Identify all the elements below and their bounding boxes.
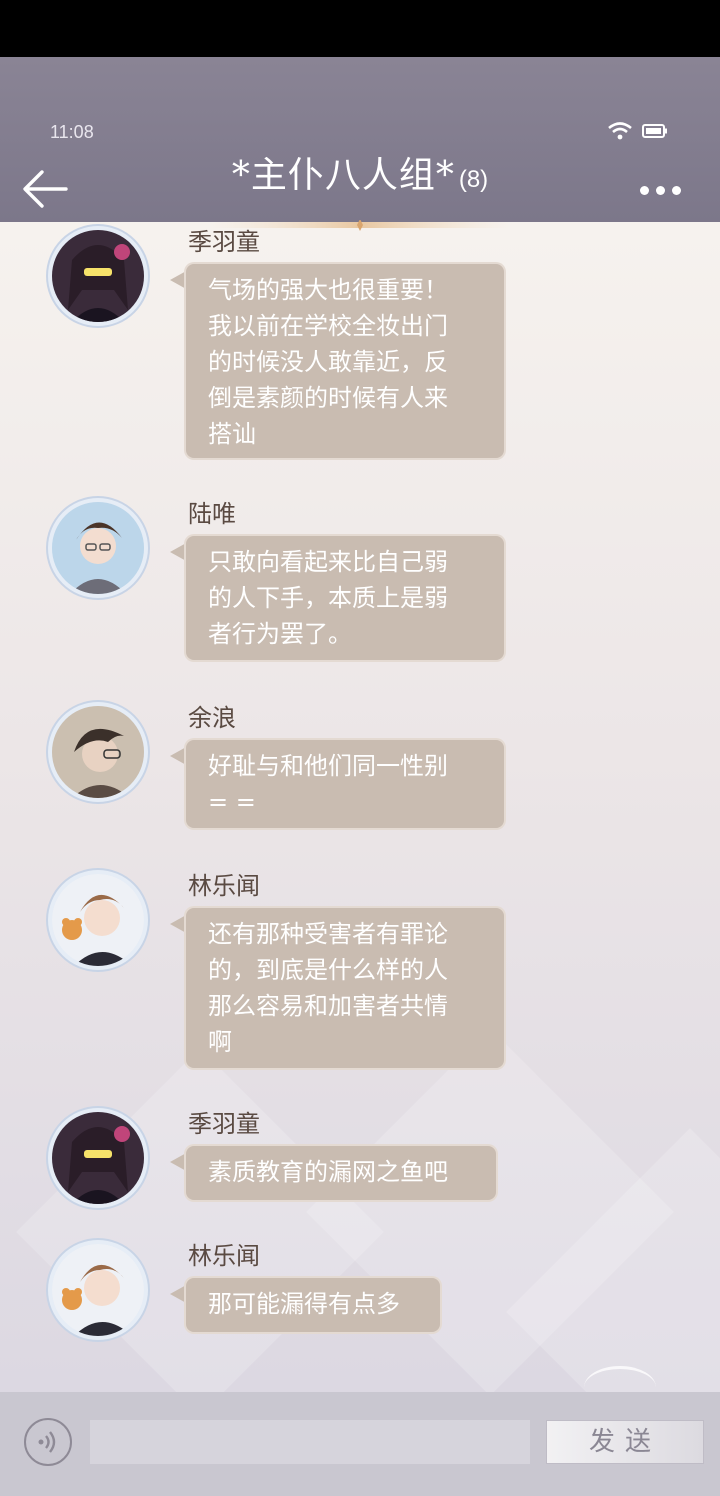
sender-name: 季羽童 (188, 1110, 260, 1138)
group-title: *主仆八人组* (231, 155, 455, 196)
member-count: (8) (458, 166, 489, 193)
avatar-jiyutong[interactable] (52, 230, 144, 322)
message-bubble[interactable]: 那可能漏得有点多 (186, 1278, 440, 1332)
wifi-icon (608, 122, 632, 140)
message-bubble[interactable]: 只敢向看起来比自己弱 的人下手，本质上是弱 者行为罢了。 (186, 536, 504, 660)
avatar-luwei[interactable] (52, 502, 144, 594)
avatar-portrait-icon (52, 706, 144, 798)
avatar-jiyutong[interactable] (52, 1112, 144, 1204)
more-options-icon[interactable] (636, 180, 686, 200)
sender-name: 林乐闻 (188, 1242, 260, 1270)
message-bubble[interactable]: 素质教育的漏网之鱼吧 (186, 1146, 496, 1200)
message-bubble[interactable]: 气场的强大也很重要！ 我以前在学校全妆出门 的时候没人敢靠近，反 倒是素颜的时候… (186, 264, 504, 458)
send-button[interactable]: 发送 (546, 1420, 704, 1464)
system-top-bar (0, 0, 720, 57)
battery-icon (642, 124, 667, 138)
sender-name: 季羽童 (188, 228, 260, 256)
sender-name: 陆唯 (188, 500, 236, 528)
chat-title-area: *主仆八人组* (8) (0, 146, 720, 198)
avatar-portrait-icon (52, 874, 144, 966)
message-bubble[interactable]: 还有那种受害者有罪论 的，到底是什么样的人 那么容易和加害者共情 啊 (186, 908, 504, 1068)
message-bubble[interactable]: 好耻与和他们同一性别 = = (186, 740, 504, 828)
avatar-portrait-icon (52, 502, 144, 594)
sound-wave-icon (38, 1431, 56, 1453)
avatar-linlewen[interactable] (52, 1244, 144, 1336)
status-time: 11:08 (50, 122, 94, 142)
avatar-portrait-icon (52, 1244, 144, 1336)
avatar-portrait-icon (52, 1112, 144, 1204)
avatar-portrait-icon (52, 230, 144, 322)
sender-name: 林乐闻 (188, 872, 260, 900)
sender-name: 余浪 (188, 704, 236, 732)
avatar-linlewen[interactable] (52, 874, 144, 966)
voice-input-button[interactable] (24, 1418, 72, 1466)
message-input[interactable] (90, 1420, 530, 1464)
avatar-yulang[interactable] (52, 706, 144, 798)
